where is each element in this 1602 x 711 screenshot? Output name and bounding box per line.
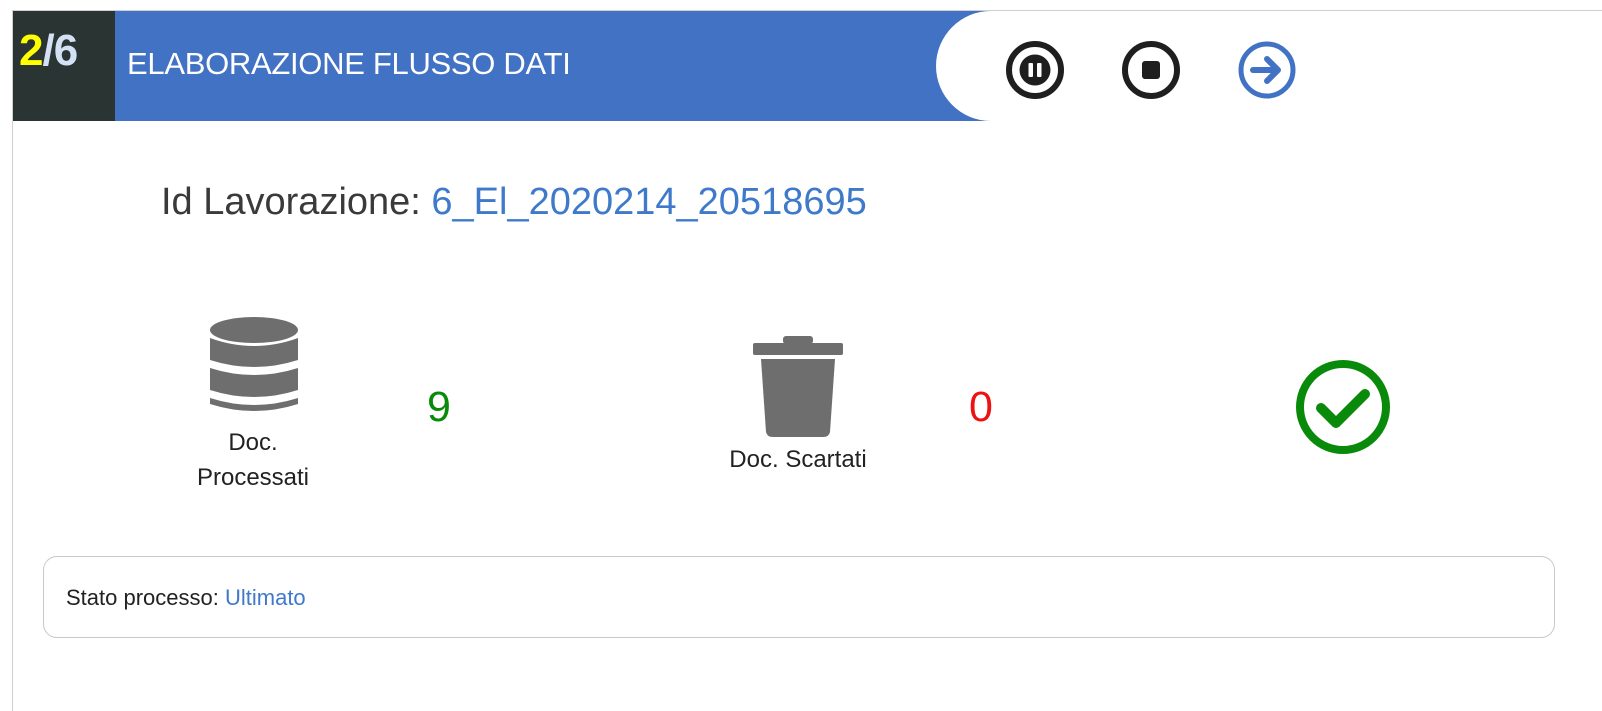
process-status-box: Stato processo: Ultimato: [43, 556, 1555, 638]
step-title: ELABORAZIONE FLUSSO DATI: [127, 46, 571, 81]
process-step-card: 2/6 ELABORAZIONE FLUSSO DATI Id Lavorazi…: [12, 10, 1602, 711]
step-separator: /: [42, 26, 54, 75]
discarded-docs-count: 0: [969, 383, 993, 431]
database-icon: [209, 316, 299, 421]
process-status-value: Ultimato: [224, 585, 306, 610]
job-id-label: Id Lavorazione:: [161, 181, 432, 223]
arrow-right-circle-icon: [1238, 41, 1296, 99]
processed-docs-label-line2: Processati: [196, 463, 310, 491]
step-header: 2/6 ELABORAZIONE FLUSSO DATI: [13, 11, 1602, 121]
step-counter-badge: 2/6: [13, 11, 115, 121]
step-counter: 2/6: [19, 26, 79, 75]
processed-docs-label-line1: Doc.: [228, 429, 278, 456]
trash-icon: [753, 336, 843, 443]
discarded-docs-label: Doc. Scartati: [729, 446, 867, 473]
job-id-value: 6_El_2020214_20518695: [431, 181, 867, 223]
pause-circle-icon: [1006, 41, 1064, 99]
process-status: Stato processo: Ultimato: [66, 587, 306, 609]
job-id-row: Id Lavorazione: 6_El_2020214_20518695: [161, 183, 867, 221]
step-current: 2: [19, 26, 44, 75]
processed-docs-label: Doc. Processati: [173, 426, 333, 496]
pause-button[interactable]: [1004, 39, 1066, 101]
stop-button[interactable]: [1120, 39, 1182, 101]
next-button[interactable]: [1236, 39, 1298, 101]
processed-docs-count: 9: [427, 383, 451, 431]
step-total: 6: [53, 26, 79, 75]
check-circle-icon: [1293, 357, 1393, 462]
process-status-label: Stato processo:: [66, 585, 225, 610]
stop-circle-icon: [1122, 41, 1180, 99]
process-controls: [936, 11, 1602, 121]
